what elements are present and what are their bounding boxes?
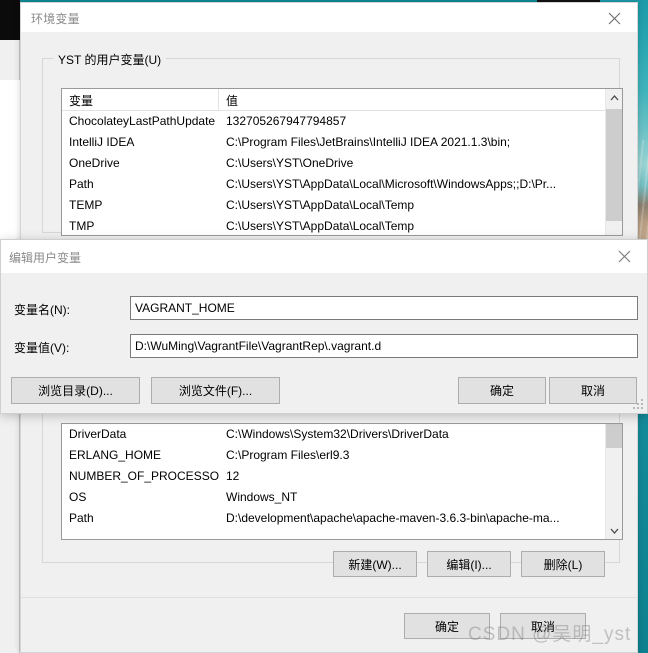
- cell-value: C:\Users\YST\AppData\Local\Temp: [226, 219, 415, 233]
- user-variables-rows: ChocolateyLastPathUpdate 1327052679477948…: [62, 111, 622, 235]
- environment-variables-titlebar: 环境变量: [21, 3, 637, 33]
- cell-variable: OneDrive: [69, 156, 120, 170]
- cell-variable: DriverData: [69, 427, 127, 441]
- edit-dialog-ok-button[interactable]: 确定: [458, 377, 546, 404]
- cell-value: C:\Users\YST\AppData\Local\Microsoft\Win…: [226, 177, 557, 191]
- cell-value: 12: [226, 469, 240, 483]
- table-row[interactable]: Path D:\development\apache\apache-maven-3…: [62, 508, 622, 529]
- variable-name-input[interactable]: [130, 296, 638, 320]
- cell-value: C:\Users\YST\AppData\Local\Temp: [226, 198, 415, 212]
- column-header-variable[interactable]: 变量: [62, 89, 219, 110]
- user-variables-list-header: 变量 值: [62, 89, 622, 111]
- column-header-value[interactable]: 值: [219, 89, 622, 110]
- variable-value-label: 变量值(V):: [14, 341, 70, 355]
- edit-variable-button[interactable]: 编辑(I)...: [427, 551, 511, 577]
- table-row[interactable]: ERLANG_HOME C:\Program Files\erl9.3: [62, 445, 622, 466]
- page-title: 环境变量: [31, 12, 80, 26]
- edit-dialog-title: 编辑用户变量: [9, 251, 82, 265]
- cell-variable: Path: [69, 177, 94, 191]
- table-row[interactable]: TMP C:\Users\YST\AppData\Local\Temp: [62, 216, 622, 235]
- cell-value: C:\Users\YST\OneDrive: [226, 156, 354, 170]
- edit-dialog-cancel-button[interactable]: 取消: [549, 377, 637, 404]
- cell-variable: TEMP: [69, 198, 103, 212]
- table-row[interactable]: OS Windows_NT: [62, 487, 622, 508]
- table-row[interactable]: IntelliJ IDEA C:\Program Files\JetBrains\…: [62, 132, 622, 153]
- delete-variable-button[interactable]: 删除(L): [521, 551, 605, 577]
- user-list-scrollbar[interactable]: [605, 89, 622, 235]
- user-variables-legend: YST 的用户变量(U): [54, 51, 167, 68]
- cell-variable: ChocolateyLastPathUpdate: [69, 114, 216, 128]
- system-list-scroll-thumb[interactable]: [606, 424, 622, 448]
- cell-value: C:\Program Files\JetBrains\IntelliJ IDEA…: [226, 135, 511, 149]
- cell-variable: NUMBER_OF_PROCESSORS: [69, 469, 219, 483]
- cell-value: C:\Program Files\erl9.3: [226, 448, 350, 462]
- table-row[interactable]: ChocolateyLastPathUpdate 1327052679477948…: [62, 111, 622, 132]
- cell-variable: OS: [69, 490, 87, 504]
- cell-variable: IntelliJ IDEA: [69, 135, 135, 149]
- scroll-up-icon[interactable]: [606, 89, 622, 106]
- main-cancel-button[interactable]: 取消: [500, 613, 586, 639]
- close-icon[interactable]: [591, 3, 637, 33]
- variable-value-input[interactable]: [130, 334, 638, 358]
- cell-value: D:\development\apache\apache-maven-3.6.3…: [226, 511, 560, 525]
- main-ok-button[interactable]: 确定: [404, 613, 490, 639]
- cell-variable: Path: [69, 511, 94, 525]
- cell-value: 132705267947794857: [226, 114, 347, 128]
- cell-variable: ERLANG_HOME: [69, 448, 162, 462]
- table-row[interactable]: NUMBER_OF_PROCESSORS 12: [62, 466, 622, 487]
- cell-variable: TMP: [69, 219, 95, 233]
- system-list-scrollbar[interactable]: [605, 424, 622, 539]
- variable-name-label: 变量名(N):: [14, 303, 70, 317]
- table-row[interactable]: TEMP C:\Users\YST\AppData\Local\Temp: [62, 195, 622, 216]
- scroll-down-icon[interactable]: [606, 522, 622, 539]
- user-list-scroll-thumb[interactable]: [606, 109, 622, 221]
- edit-dialog-titlebar: 编辑用户变量: [1, 240, 647, 273]
- new-variable-button[interactable]: 新建(W)...: [333, 551, 417, 577]
- browse-file-button[interactable]: 浏览文件(F)...: [151, 377, 280, 404]
- close-icon[interactable]: [601, 240, 647, 273]
- table-row[interactable]: Path C:\Users\YST\AppData\Local\Microsoft…: [62, 174, 622, 195]
- cell-value: Windows_NT: [226, 490, 298, 504]
- browse-directory-button[interactable]: 浏览目录(D)...: [11, 377, 140, 404]
- user-variables-list[interactable]: 变量 值 ChocolateyLastPathUpdate 13270526794…: [61, 88, 623, 236]
- table-row[interactable]: DriverData C:\Windows\System32\Drivers\Dr…: [62, 424, 622, 445]
- system-variables-rows: DriverData C:\Windows\System32\Drivers\Dr…: [62, 424, 622, 529]
- cell-value: C:\Windows\System32\Drivers\DriverData: [226, 427, 449, 441]
- table-row[interactable]: OneDrive C:\Users\YST\OneDrive: [62, 153, 622, 174]
- system-variables-list[interactable]: DriverData C:\Windows\System32\Drivers\Dr…: [61, 423, 623, 540]
- screen-edge-black-strip: [0, 0, 20, 40]
